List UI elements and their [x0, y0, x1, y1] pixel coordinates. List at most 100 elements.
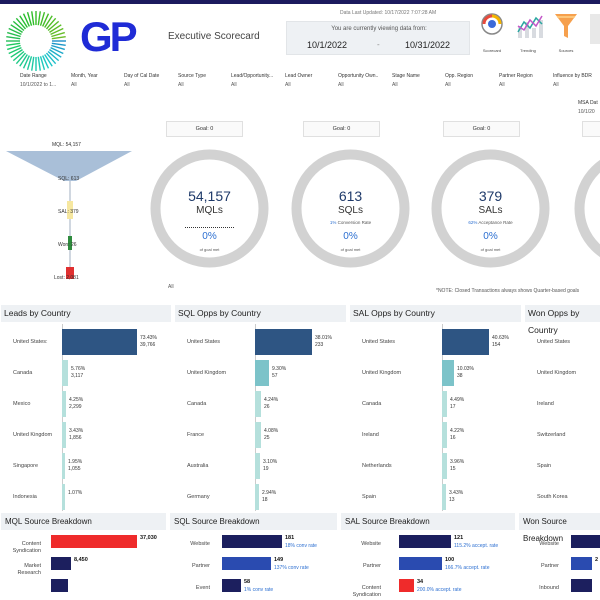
- source-row[interactable]: Event 58 1% conv rate: [170, 579, 337, 600]
- filter-value[interactable]: All: [231, 82, 284, 88]
- country-row[interactable]: Spain: [525, 453, 600, 483]
- filter-1[interactable]: Month, Year All: [71, 73, 124, 91]
- country-bar[interactable]: [62, 422, 66, 448]
- country-row[interactable]: Indonesia 1.07%: [1, 484, 171, 511]
- nav-scorecard-button[interactable]: Scorecard: [472, 12, 512, 56]
- filter-5[interactable]: Lead Owner All: [285, 73, 338, 91]
- country-bar[interactable]: [255, 329, 312, 355]
- source-row[interactable]: [1, 579, 166, 600]
- filter-value[interactable]: All: [553, 82, 600, 88]
- filter-value[interactable]: All: [178, 82, 231, 88]
- nav-more-button[interactable]: [590, 14, 600, 44]
- source-row[interactable]: Partner 149 137% conv rate: [170, 557, 337, 579]
- filter-8[interactable]: Opp. Region All: [445, 73, 498, 91]
- nav-sources-button[interactable]: Sources: [546, 12, 586, 56]
- filter-value[interactable]: 10/1/2022 to 1...: [20, 82, 73, 88]
- country-row[interactable]: Spain 3.43% 13: [350, 484, 521, 511]
- country-row[interactable]: Ireland 4.22% 16: [350, 422, 521, 452]
- country-bar[interactable]: [442, 329, 489, 355]
- country-bar[interactable]: [255, 391, 261, 417]
- country-bar[interactable]: [442, 453, 447, 479]
- filter-value[interactable]: All: [71, 82, 124, 88]
- country-row[interactable]: Ireland: [525, 391, 600, 421]
- country-row[interactable]: Canada 5.76% 3,117: [1, 360, 171, 390]
- country-row[interactable]: Singapore 1.95% 1,055: [1, 453, 171, 483]
- country-panel-1: SQL Opps by Country United States 38.01% 23…: [175, 305, 346, 511]
- source-bar[interactable]: [399, 579, 414, 592]
- source-bar[interactable]: [222, 579, 241, 592]
- country-values: 4.24% 26: [264, 397, 278, 411]
- country-row[interactable]: United Kingdom 3.43% 1,856: [1, 422, 171, 452]
- country-row[interactable]: United States: 73.43% 39,766: [1, 329, 171, 359]
- country-row[interactable]: Germany 2.94% 18: [175, 484, 346, 511]
- country-count: 57: [272, 373, 278, 379]
- filter-value[interactable]: All: [445, 82, 498, 88]
- filter-4[interactable]: Lead/Opportunity... All: [231, 73, 284, 91]
- filter-9[interactable]: Partner Region All: [499, 73, 552, 91]
- filter-label: Date Range: [20, 73, 47, 79]
- country-row[interactable]: Canada 4.24% 26: [175, 391, 346, 421]
- country-bar[interactable]: [442, 391, 447, 417]
- country-count: 3,117: [71, 373, 84, 379]
- country-bar[interactable]: [62, 391, 66, 417]
- source-bar[interactable]: [399, 535, 451, 548]
- filter-value[interactable]: All: [392, 82, 445, 88]
- country-row[interactable]: United Kingdom: [525, 360, 600, 390]
- country-row[interactable]: United Kingdom 10.03% 38: [350, 360, 521, 390]
- source-row[interactable]: Content Syndication 34 200.0% accept. rate: [341, 579, 515, 600]
- country-bar[interactable]: [442, 422, 447, 448]
- source-bar[interactable]: [571, 557, 592, 570]
- country-bar[interactable]: [62, 360, 68, 386]
- country-bar[interactable]: [442, 360, 454, 386]
- source-row[interactable]: Content Syndication 37,030: [1, 535, 166, 557]
- country-bar[interactable]: [62, 484, 65, 510]
- source-row[interactable]: Market Research 8,450: [1, 557, 166, 579]
- filter-6[interactable]: Opportunity Own.. All: [338, 73, 391, 91]
- country-row[interactable]: United States 40.63% 154: [350, 329, 521, 359]
- source-row[interactable]: Website: [519, 535, 600, 557]
- country-row[interactable]: France 4.08% 25: [175, 422, 346, 452]
- source-bar[interactable]: [222, 557, 271, 570]
- source-bar[interactable]: [51, 535, 137, 548]
- country-bar[interactable]: [255, 422, 261, 448]
- source-bar[interactable]: [222, 535, 282, 548]
- country-row[interactable]: Canada 4.49% 17: [350, 391, 521, 421]
- filter-value[interactable]: All: [285, 82, 338, 88]
- country-bar[interactable]: [62, 453, 65, 479]
- filter-7[interactable]: Stage Name All: [392, 73, 445, 91]
- country-row[interactable]: Netherlands 3.96% 15: [350, 453, 521, 483]
- source-row[interactable]: Website 181 18% conv rate: [170, 535, 337, 557]
- country-name: Mexico: [13, 401, 31, 407]
- filter-0[interactable]: Date Range 10/1/2022 to 1...: [20, 73, 73, 91]
- filter-2[interactable]: Day of Cal Date All: [124, 73, 177, 91]
- source-row[interactable]: Partner 2: [519, 557, 600, 579]
- source-row[interactable]: Inbound: [519, 579, 600, 600]
- filter-value[interactable]: All: [338, 82, 391, 88]
- filter-value[interactable]: All: [499, 82, 552, 88]
- country-bar[interactable]: [442, 484, 446, 510]
- country-row[interactable]: Mexico 4.25% 2,299: [1, 391, 171, 421]
- msa-date-filter-value[interactable]: 10/1/20: [578, 109, 595, 115]
- country-bar[interactable]: [255, 453, 260, 479]
- source-bar[interactable]: [51, 579, 68, 592]
- country-row[interactable]: Australia 3.10% 19: [175, 453, 346, 483]
- filter-3[interactable]: Source Type All: [178, 73, 231, 91]
- source-bar[interactable]: [399, 557, 442, 570]
- source-bar[interactable]: [571, 579, 592, 592]
- source-row[interactable]: Website 121 115.2% accept. rate: [341, 535, 515, 557]
- source-bar[interactable]: [51, 557, 71, 570]
- country-bar[interactable]: [255, 484, 259, 510]
- source-bar[interactable]: [571, 535, 600, 548]
- country-row[interactable]: United Kingdom 9.30% 57: [175, 360, 346, 390]
- country-bar[interactable]: [62, 329, 137, 355]
- country-row[interactable]: South Korea: [525, 484, 600, 511]
- country-row[interactable]: Switzerland: [525, 422, 600, 452]
- country-row[interactable]: United States 38.01% 233: [175, 329, 346, 359]
- country-row[interactable]: United States: [525, 329, 600, 359]
- filter-value[interactable]: All: [124, 82, 177, 88]
- nav-trending-button[interactable]: Trending: [508, 12, 548, 56]
- msa-date-filter-label[interactable]: MSA Dat: [578, 100, 598, 106]
- filter-10[interactable]: Influence by BDR All: [553, 73, 600, 91]
- country-bar[interactable]: [255, 360, 269, 386]
- source-row[interactable]: Partner 100 166.7% accept. rate: [341, 557, 515, 579]
